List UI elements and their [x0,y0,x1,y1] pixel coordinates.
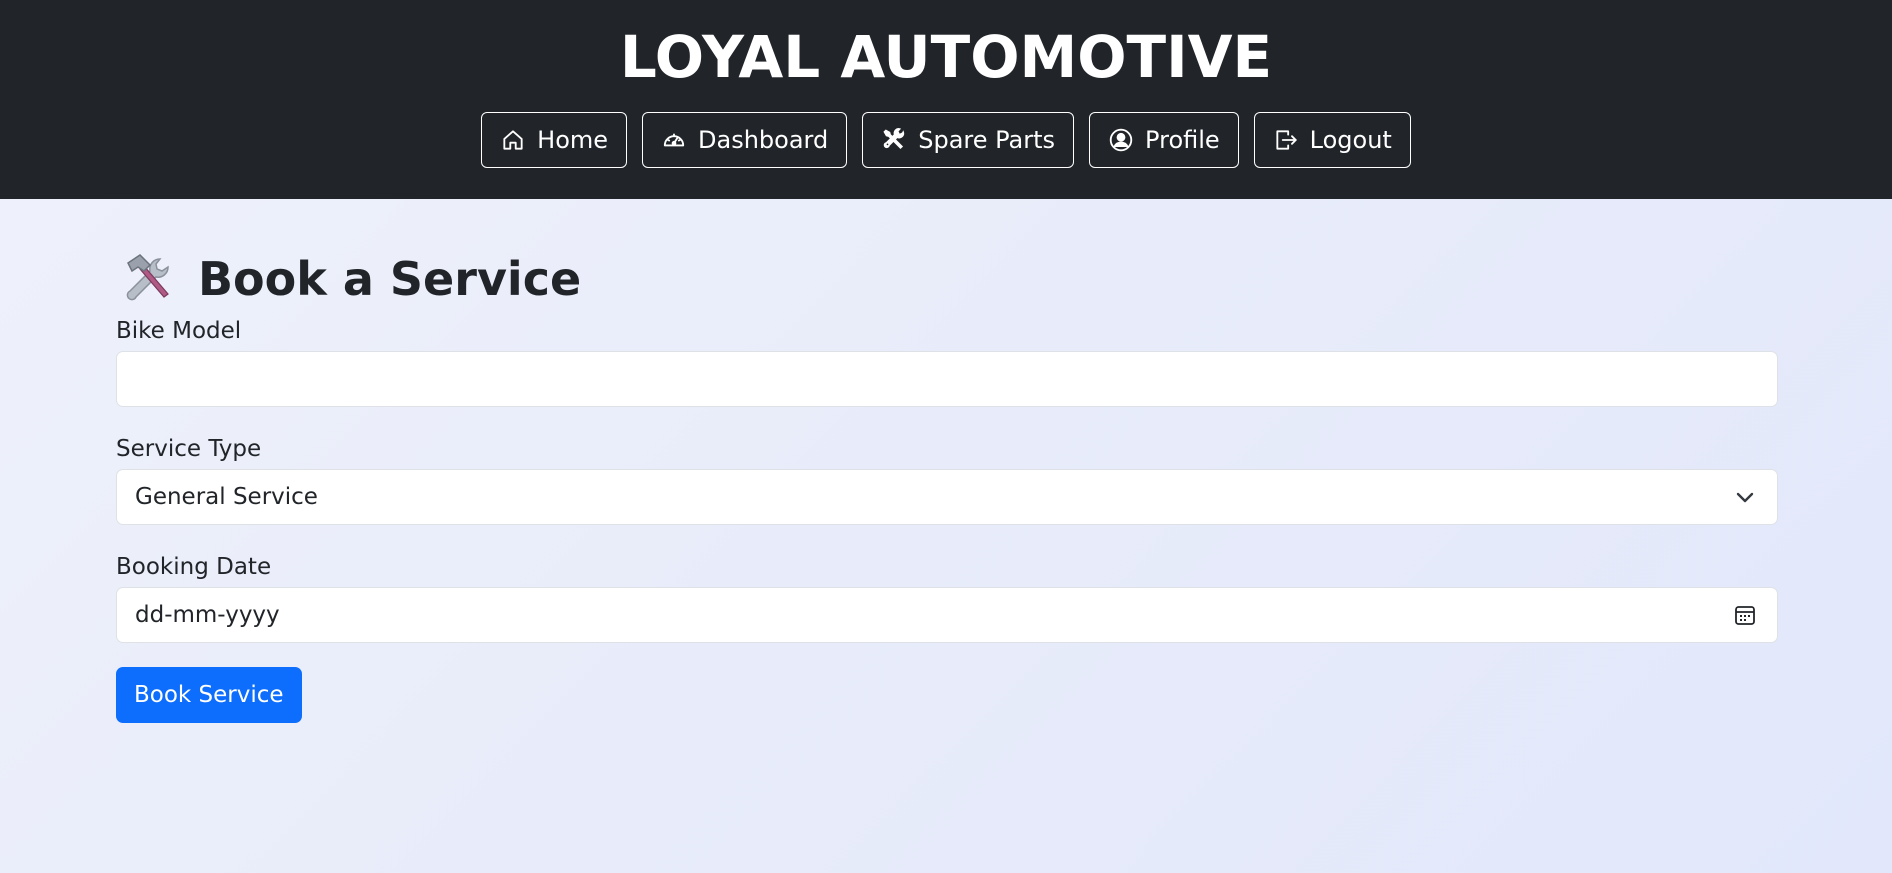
bike-model-label: Bike Model [116,318,242,344]
book-service-button[interactable]: Book Service [116,667,302,723]
bike-model-input[interactable] [116,351,1778,407]
nav-spare-parts-button[interactable]: Spare Parts [862,112,1075,168]
service-type-group: Service Type General Service [116,435,1778,525]
nav-home-button[interactable]: Home [481,112,628,168]
service-type-select[interactable]: General Service [116,469,1778,525]
service-type-label: Service Type [116,436,262,462]
page-title: Book a Service [116,251,1778,307]
nav-home-label: Home [537,126,609,154]
tools-icon [883,128,905,150]
nav-dashboard-button[interactable]: Dashboard [642,112,848,168]
nav-dashboard-label: Dashboard [698,126,829,154]
booking-date-label: Booking Date [116,554,272,580]
booking-form-container: Book a Service Bike Model Service Type G… [116,199,1778,723]
nav-profile-button[interactable]: Profile [1089,112,1239,168]
logout-icon [1276,130,1297,150]
nav-spare-parts-label: Spare Parts [918,126,1056,154]
booking-date-group: Booking Date dd-mm-yyyy [116,553,1778,643]
nav-profile-label: Profile [1145,126,1220,154]
brand-title: LOYAL AUTOMOTIVE [619,23,1273,91]
service-type-value: General Service [135,484,318,510]
booking-date-input[interactable]: dd-mm-yyyy [116,587,1778,643]
person-circle-icon [1109,128,1133,152]
calendar-icon[interactable] [1733,603,1757,627]
nav-menu: Home Dashboard Spare Parts Profile Logou… [0,112,1892,168]
navbar: LOYAL AUTOMOTIVE Home Dashboard Spare Pa… [0,0,1892,199]
nav-logout-label: Logout [1309,126,1392,154]
bike-model-group: Bike Model [116,317,1778,407]
hammer-wrench-icon [126,254,169,301]
page-heading: Book a Service [198,252,582,306]
speedometer-icon [663,133,685,147]
home-icon [503,130,523,150]
chevron-down-icon [1736,492,1754,503]
booking-date-placeholder: dd-mm-yyyy [135,602,280,628]
nav-logout-button[interactable]: Logout [1253,112,1411,168]
